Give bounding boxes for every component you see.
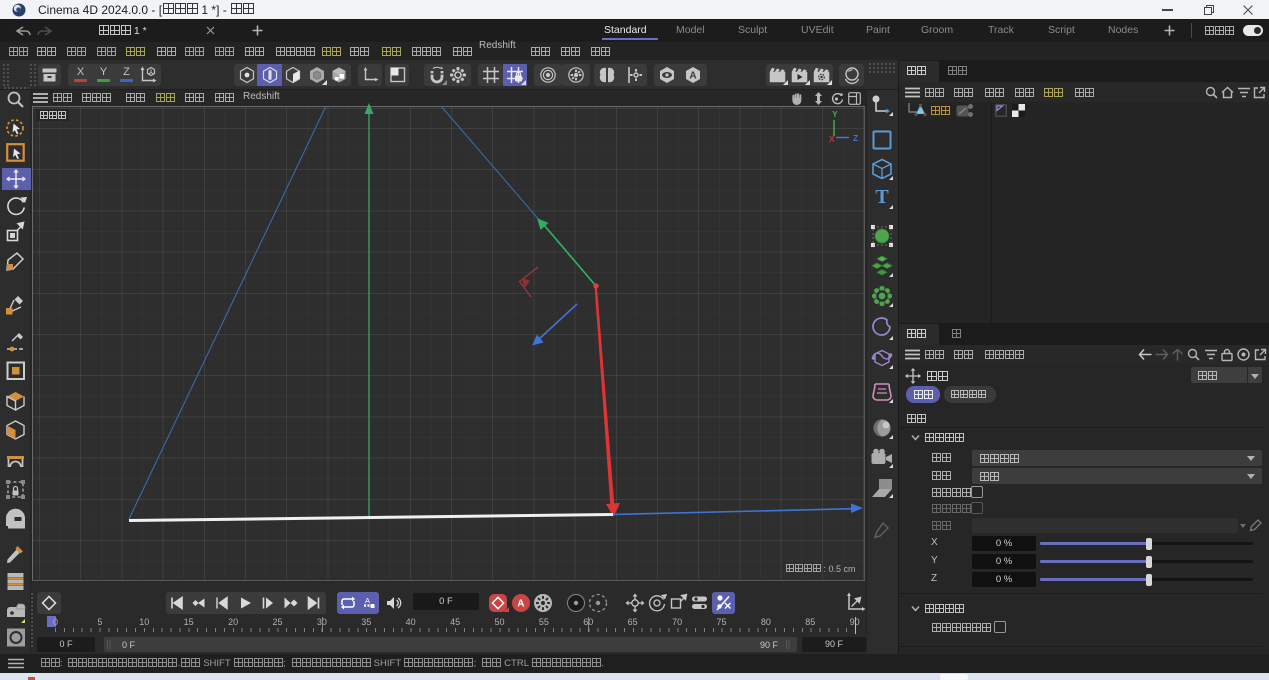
svg-text:A: A bbox=[365, 596, 370, 605]
svg-text:A: A bbox=[689, 71, 696, 82]
svg-text:Z: Z bbox=[853, 133, 858, 143]
svg-text:A: A bbox=[517, 599, 524, 610]
svg-text:X: X bbox=[829, 134, 835, 144]
svg-text:Y: Y bbox=[832, 109, 838, 119]
